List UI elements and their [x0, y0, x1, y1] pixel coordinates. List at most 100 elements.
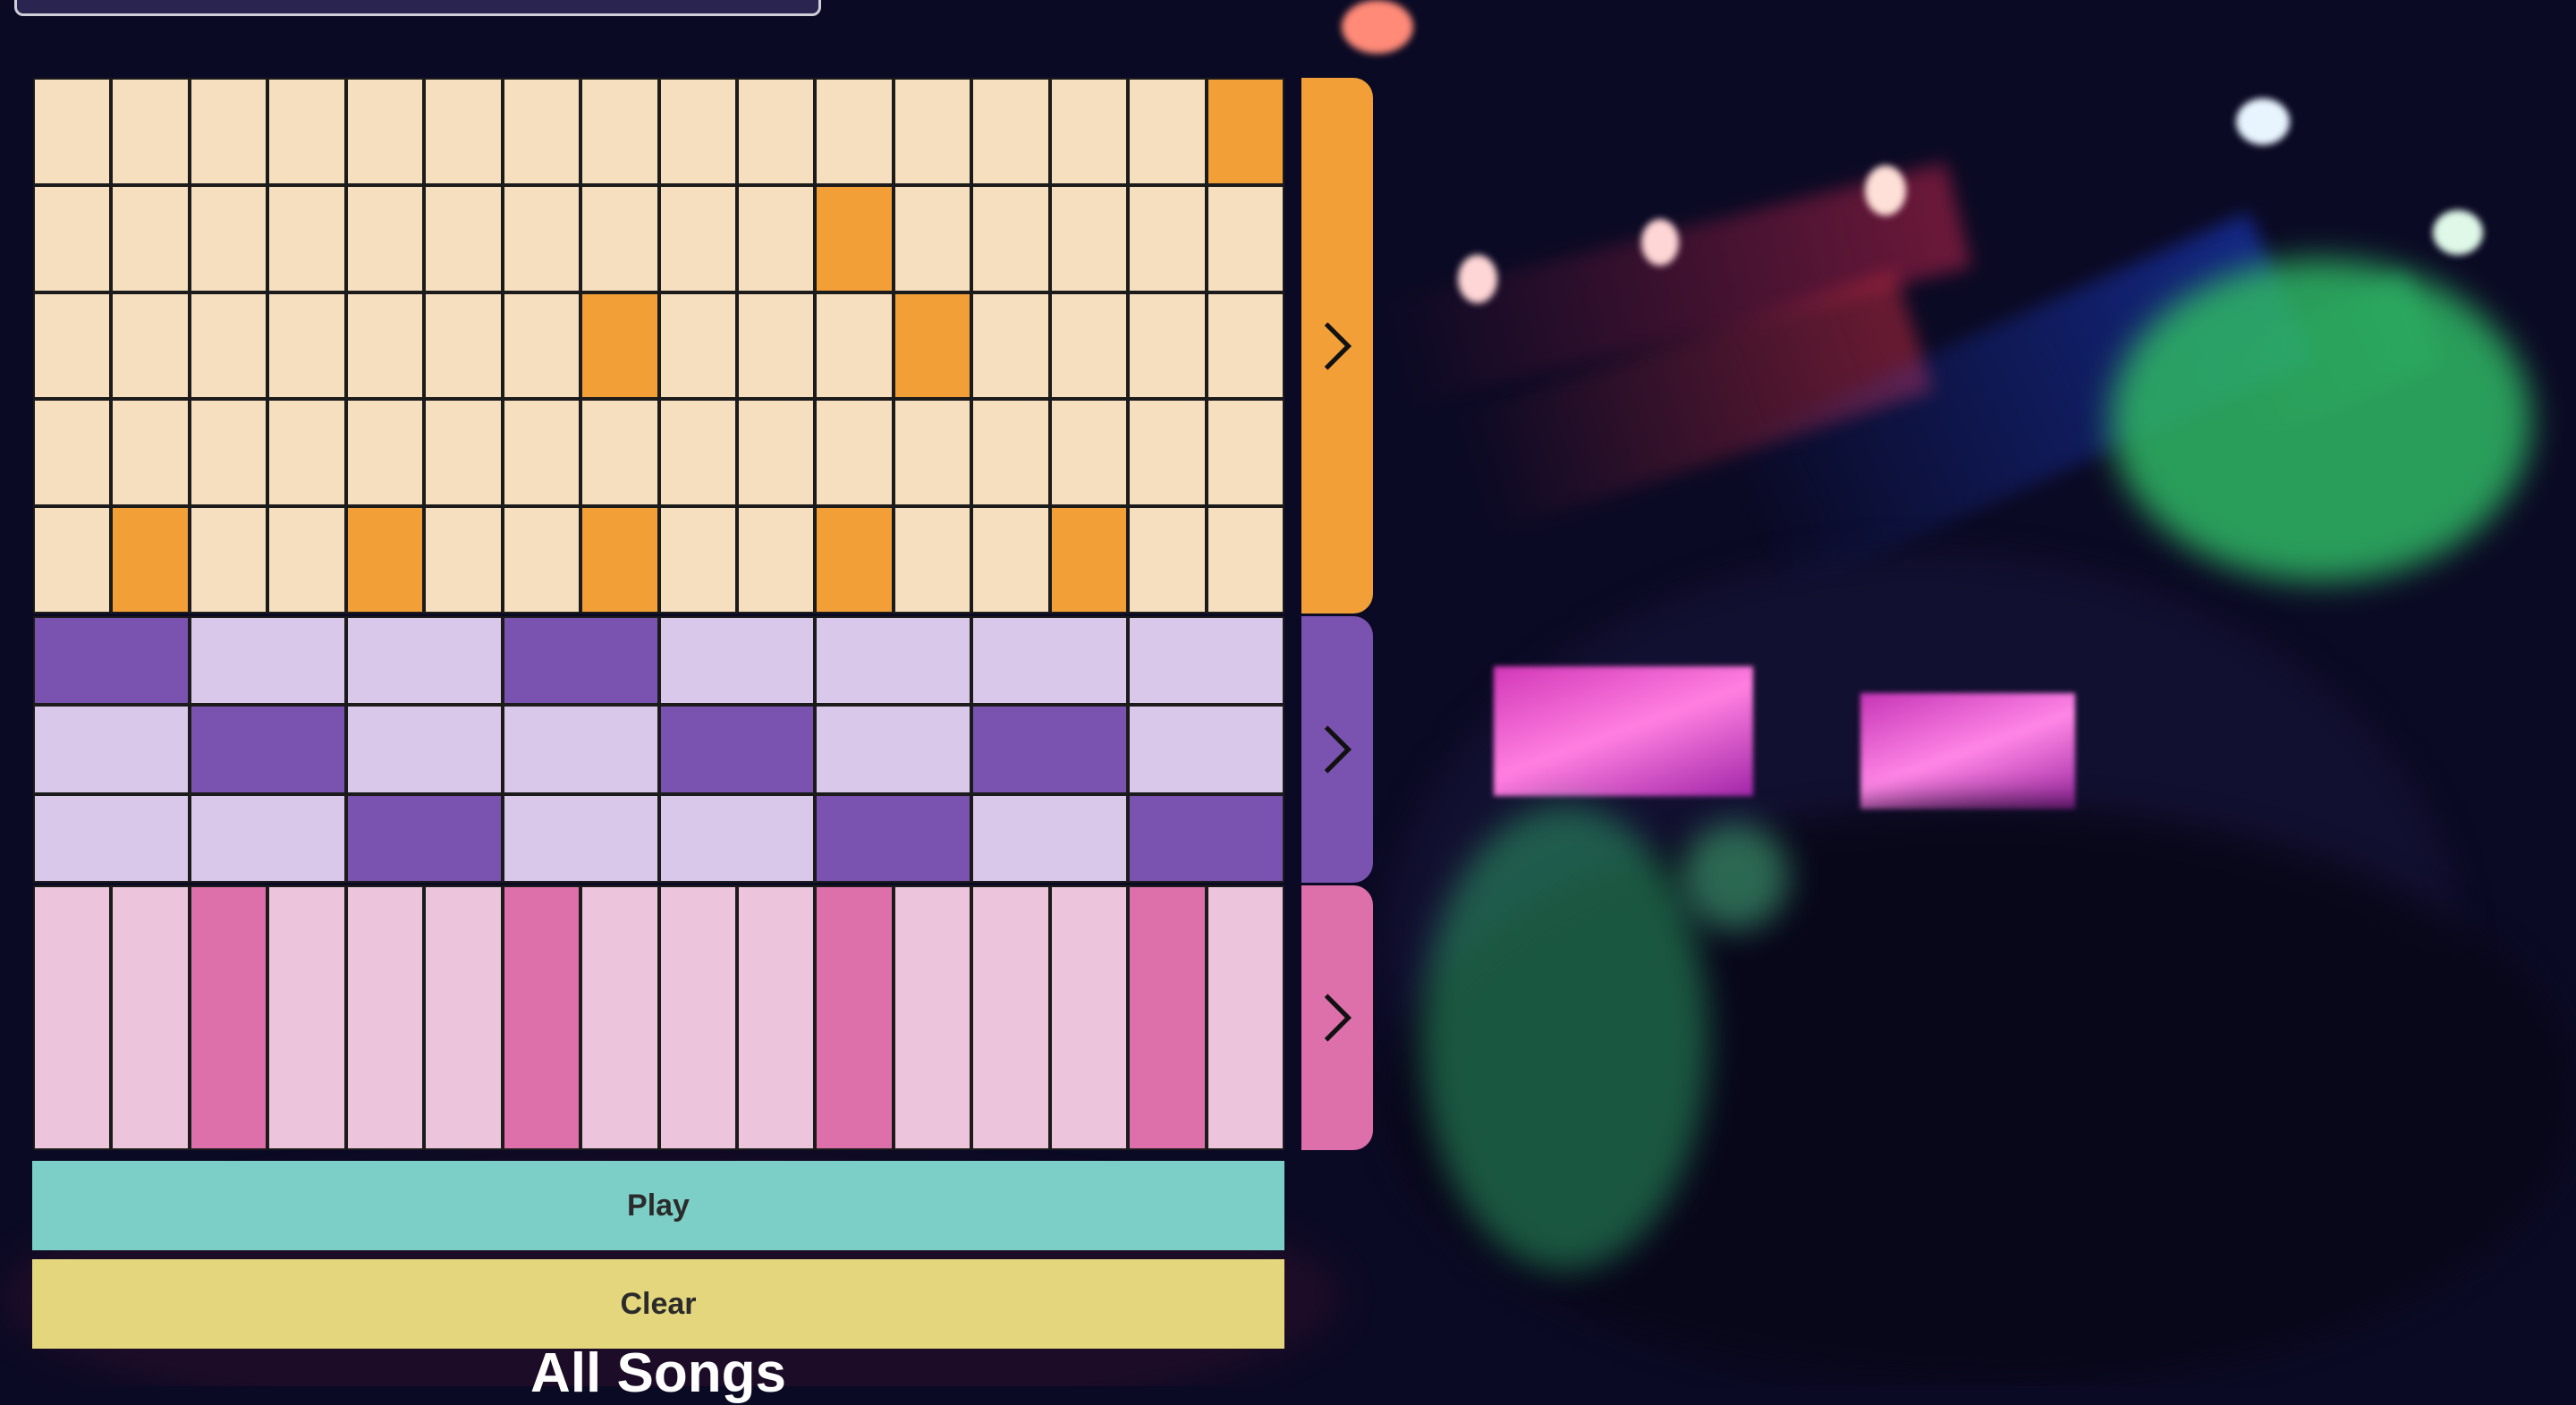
melody-step-cell[interactable] — [658, 399, 737, 507]
melody-step-cell[interactable] — [1128, 184, 1207, 292]
melody-step-cell[interactable] — [971, 506, 1050, 614]
melody-step-cell[interactable] — [267, 399, 346, 507]
melody-step-cell[interactable] — [189, 399, 268, 507]
melody-step-cell[interactable] — [736, 506, 816, 614]
melody-step-cell[interactable] — [502, 184, 581, 292]
melody-step-cell[interactable] — [815, 184, 894, 292]
melody-step-cell[interactable] — [111, 292, 190, 400]
chord-step-cell[interactable] — [658, 793, 816, 883]
melody-step-cell[interactable] — [580, 506, 659, 614]
melody-step-cell[interactable] — [1128, 399, 1207, 507]
melody-step-cell[interactable] — [33, 399, 112, 507]
chord-step-cell[interactable] — [502, 793, 659, 883]
melody-step-cell[interactable] — [893, 399, 972, 507]
melody-step-cell[interactable] — [424, 78, 503, 185]
melody-step-cell[interactable] — [1206, 78, 1284, 185]
melody-step-cell[interactable] — [1049, 292, 1129, 400]
melody-step-cell[interactable] — [111, 78, 190, 185]
drum-step-cell[interactable] — [736, 885, 816, 1150]
melody-step-cell[interactable] — [1128, 78, 1207, 185]
melody-step-cell[interactable] — [736, 399, 816, 507]
melody-step-cell[interactable] — [1049, 399, 1129, 507]
chord-step-cell[interactable] — [502, 616, 659, 706]
melody-step-cell[interactable] — [1206, 292, 1284, 400]
melody-step-cell[interactable] — [189, 78, 268, 185]
chord-step-cell[interactable] — [971, 616, 1129, 706]
melody-step-cell[interactable] — [893, 184, 972, 292]
chord-step-cell[interactable] — [971, 705, 1129, 794]
melody-step-cell[interactable] — [502, 506, 581, 614]
chords-next-tab[interactable] — [1301, 616, 1373, 883]
chord-step-cell[interactable] — [971, 793, 1129, 883]
chord-step-cell[interactable] — [1128, 616, 1284, 706]
drum-step-cell[interactable] — [1049, 885, 1129, 1150]
melody-step-cell[interactable] — [971, 399, 1050, 507]
melody-step-cell[interactable] — [1206, 399, 1284, 507]
melody-step-cell[interactable] — [424, 184, 503, 292]
drum-step-cell[interactable] — [345, 885, 425, 1150]
melody-step-cell[interactable] — [971, 184, 1050, 292]
drum-step-cell[interactable] — [971, 885, 1050, 1150]
melody-step-cell[interactable] — [736, 292, 816, 400]
melody-step-cell[interactable] — [971, 78, 1050, 185]
melody-step-cell[interactable] — [658, 292, 737, 400]
melody-step-cell[interactable] — [502, 292, 581, 400]
melody-step-cell[interactable] — [267, 292, 346, 400]
melody-step-cell[interactable] — [1206, 184, 1284, 292]
drum-step-cell[interactable] — [580, 885, 659, 1150]
melody-step-cell[interactable] — [267, 78, 346, 185]
melody-next-tab[interactable] — [1301, 78, 1373, 614]
drum-step-cell[interactable] — [502, 885, 581, 1150]
drum-step-cell[interactable] — [424, 885, 503, 1150]
melody-step-cell[interactable] — [815, 506, 894, 614]
chord-step-cell[interactable] — [345, 616, 503, 706]
chord-step-cell[interactable] — [345, 793, 503, 883]
melody-step-cell[interactable] — [971, 292, 1050, 400]
drum-step-cell[interactable] — [33, 885, 112, 1150]
melody-step-cell[interactable] — [893, 292, 972, 400]
melody-step-cell[interactable] — [345, 292, 425, 400]
melody-step-cell[interactable] — [189, 184, 268, 292]
melody-step-cell[interactable] — [658, 184, 737, 292]
melody-step-cell[interactable] — [189, 506, 268, 614]
melody-step-cell[interactable] — [580, 184, 659, 292]
chord-step-cell[interactable] — [502, 705, 659, 794]
chord-step-cell[interactable] — [815, 616, 972, 706]
melody-step-cell[interactable] — [1049, 78, 1129, 185]
drum-step-cell[interactable] — [893, 885, 972, 1150]
melody-step-cell[interactable] — [33, 184, 112, 292]
chord-step-cell[interactable] — [658, 616, 816, 706]
drums-next-tab[interactable] — [1301, 885, 1373, 1150]
melody-step-cell[interactable] — [267, 184, 346, 292]
melody-step-cell[interactable] — [658, 506, 737, 614]
melody-step-cell[interactable] — [658, 78, 737, 185]
melody-step-cell[interactable] — [267, 506, 346, 614]
melody-step-cell[interactable] — [111, 506, 190, 614]
melody-step-cell[interactable] — [502, 399, 581, 507]
melody-step-cell[interactable] — [1128, 506, 1207, 614]
melody-step-cell[interactable] — [1206, 506, 1284, 614]
chord-step-cell[interactable] — [345, 705, 503, 794]
melody-step-cell[interactable] — [424, 292, 503, 400]
melody-step-cell[interactable] — [424, 399, 503, 507]
melody-step-cell[interactable] — [345, 78, 425, 185]
drum-step-cell[interactable] — [1128, 885, 1207, 1150]
melody-step-cell[interactable] — [815, 292, 894, 400]
melody-step-cell[interactable] — [345, 399, 425, 507]
melody-step-cell[interactable] — [580, 292, 659, 400]
drum-step-cell[interactable] — [1206, 885, 1284, 1150]
drum-step-cell[interactable] — [815, 885, 894, 1150]
melody-step-cell[interactable] — [345, 184, 425, 292]
drum-step-cell[interactable] — [189, 885, 268, 1150]
chord-step-cell[interactable] — [33, 705, 190, 794]
chord-step-cell[interactable] — [1128, 705, 1284, 794]
chord-step-cell[interactable] — [658, 705, 816, 794]
melody-step-cell[interactable] — [1049, 506, 1129, 614]
chord-step-cell[interactable] — [815, 705, 972, 794]
drum-step-cell[interactable] — [267, 885, 346, 1150]
melody-step-cell[interactable] — [111, 399, 190, 507]
melody-step-cell[interactable] — [1128, 292, 1207, 400]
melody-step-cell[interactable] — [736, 78, 816, 185]
melody-step-cell[interactable] — [893, 78, 972, 185]
melody-step-cell[interactable] — [736, 184, 816, 292]
